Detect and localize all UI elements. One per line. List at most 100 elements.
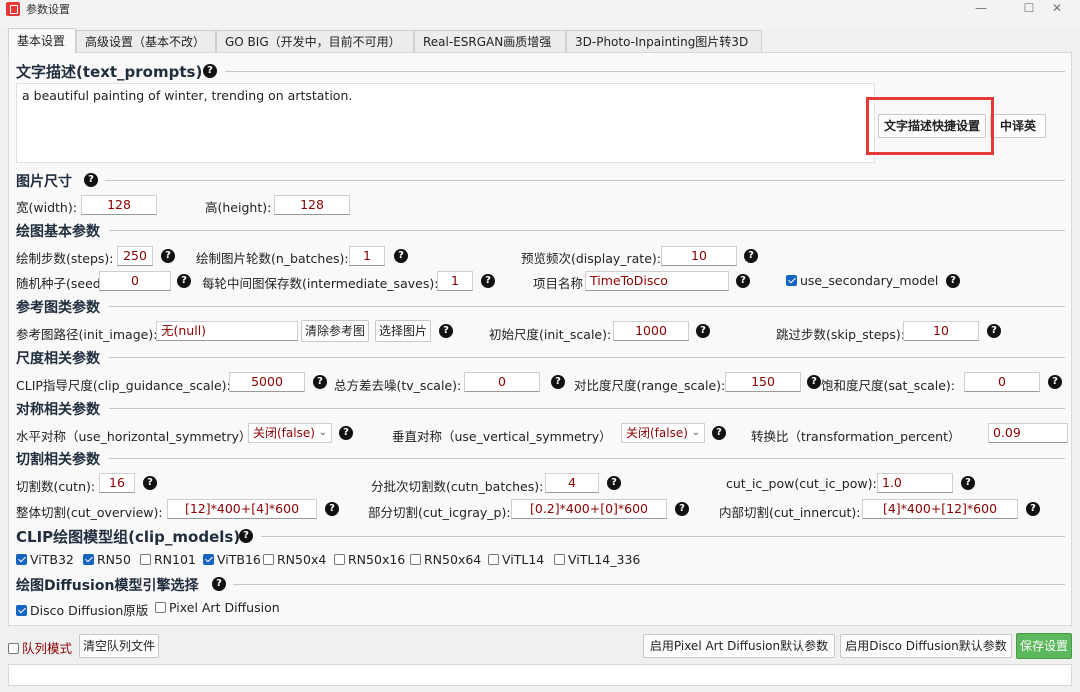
cut-overview-input[interactable]: [12]*400+[4]*600: [167, 499, 317, 519]
help-icon[interactable]: ?: [481, 274, 495, 288]
clip-model-label: ViTB16: [217, 552, 261, 567]
cutn-batches-input[interactable]: 4: [545, 473, 599, 493]
use-secondary-model-checkbox[interactable]: use_secondary_model: [786, 273, 938, 288]
checkbox-icon: [554, 554, 565, 565]
init-image-input[interactable]: 无(null): [156, 321, 298, 341]
checkbox-icon: [488, 554, 499, 565]
tv-scale-input[interactable]: 0: [464, 372, 540, 392]
choose-image-button[interactable]: 选择图片: [375, 320, 431, 342]
cut-icgray-label: 部分切割(cut_icgray_p):: [368, 505, 511, 520]
help-icon[interactable]: ?: [394, 249, 408, 263]
help-icon[interactable]: ?: [84, 173, 98, 187]
help-icon[interactable]: ?: [1026, 502, 1040, 516]
sat-scale-input[interactable]: 0: [964, 372, 1040, 392]
init-scale-input[interactable]: 1000: [613, 321, 689, 341]
help-icon[interactable]: ?: [696, 324, 710, 338]
app-icon: [6, 2, 20, 16]
clip-model-rn101-checkbox[interactable]: RN101: [140, 552, 196, 567]
pixel-art-diffusion-checkbox[interactable]: Pixel Art Diffusion: [155, 600, 280, 615]
chevron-down-icon: ⌄: [691, 427, 700, 438]
checkbox-icon: [140, 554, 151, 565]
checkbox-icon: [334, 554, 345, 565]
help-icon[interactable]: ?: [177, 274, 191, 288]
help-icon[interactable]: ?: [744, 249, 758, 263]
help-icon[interactable]: ?: [946, 274, 960, 288]
cut-icgray-input[interactable]: [0.2]*400+[0]*600: [511, 499, 667, 519]
cutn-label: 切割数(cutn):: [16, 479, 96, 494]
clip-model-vitl14-336-checkbox[interactable]: ViTL14_336: [554, 552, 640, 567]
help-icon[interactable]: ?: [439, 324, 453, 338]
help-icon[interactable]: ?: [239, 529, 253, 543]
vertical-symmetry-select[interactable]: 关闭(false) ⌄: [621, 423, 705, 443]
clip-guidance-input[interactable]: 5000: [229, 372, 305, 392]
pixel-art-defaults-button[interactable]: 启用Pixel Art Diffusion默认参数: [643, 634, 835, 658]
tab-3d-photo[interactable]: 3D-Photo-Inpainting图片转3D: [566, 30, 762, 52]
divider: [109, 458, 1065, 459]
steps-input[interactable]: 250: [117, 246, 153, 266]
window-titlebar: 参数设置 — ☐ ✕: [0, 0, 1080, 28]
disco-defaults-button[interactable]: 启用Disco Diffusion默认参数: [840, 634, 1012, 658]
clip-model-rn50x64-checkbox[interactable]: RN50x64: [410, 552, 481, 567]
help-icon[interactable]: ?: [712, 426, 726, 440]
project-name-input[interactable]: TimeToDisco: [585, 271, 729, 291]
seed-input[interactable]: 0: [99, 271, 171, 291]
skip-steps-input[interactable]: 10: [903, 321, 979, 341]
clear-reference-button[interactable]: 清除参考图: [301, 320, 369, 342]
help-icon[interactable]: ?: [212, 577, 226, 591]
help-icon[interactable]: ?: [736, 274, 750, 288]
help-icon[interactable]: ?: [987, 324, 1001, 338]
save-settings-button[interactable]: 保存设置: [1016, 633, 1072, 659]
tab-basic-settings[interactable]: 基本设置: [8, 28, 76, 53]
text-prompts-input[interactable]: a beautiful painting of winter, trending…: [16, 83, 875, 163]
height-input[interactable]: 128: [274, 195, 350, 215]
help-icon[interactable]: ?: [203, 64, 217, 78]
intermediate-saves-input[interactable]: 1: [437, 271, 473, 291]
help-icon[interactable]: ?: [551, 375, 565, 389]
width-input[interactable]: 128: [81, 195, 157, 215]
help-icon[interactable]: ?: [607, 476, 621, 490]
help-icon[interactable]: ?: [161, 249, 175, 263]
help-icon[interactable]: ?: [339, 426, 353, 440]
cut-ic-pow-input[interactable]: 1.0: [877, 473, 953, 493]
transformation-percent-label: 转换比（transformation_percent）: [751, 429, 961, 444]
transformation-percent-input[interactable]: 0.09: [988, 423, 1068, 443]
clip-model-label: RN101: [154, 552, 196, 567]
horizontal-symmetry-select[interactable]: 关闭(false) ⌄: [248, 423, 332, 443]
clip-guidance-label: CLIP指导尺度(clip_guidance_scale):: [16, 378, 231, 393]
translate-button[interactable]: 中译英: [990, 114, 1046, 138]
clip-model-label: RN50x4: [277, 552, 327, 567]
help-icon[interactable]: ?: [961, 476, 975, 490]
diffusion-models-title: 绘图Diffusion模型引擎选择: [16, 578, 199, 594]
display-rate-input[interactable]: 10: [661, 246, 737, 266]
minimize-button[interactable]: —: [958, 0, 1004, 18]
help-icon[interactable]: ?: [325, 502, 339, 516]
divider: [233, 584, 1065, 585]
tab-go-big[interactable]: GO BIG（开发中，目前不可用）: [216, 30, 414, 52]
help-icon[interactable]: ?: [675, 502, 689, 516]
clip-model-rn50x16-checkbox[interactable]: RN50x16: [334, 552, 405, 567]
close-button[interactable]: ✕: [1034, 0, 1080, 18]
range-scale-input[interactable]: 150: [725, 372, 801, 392]
clip-model-vitb32-checkbox[interactable]: ViTB32: [16, 552, 74, 567]
clip-model-vitb16-checkbox[interactable]: ViTB16: [203, 552, 261, 567]
divider: [225, 71, 1065, 72]
clip-model-label: ViTL14: [502, 552, 545, 567]
cut-innercut-input[interactable]: [4]*400+[12]*600: [862, 499, 1018, 519]
clear-queue-button[interactable]: 清空队列文件: [79, 634, 159, 658]
help-icon[interactable]: ?: [143, 476, 157, 490]
diffusion-model-label: Pixel Art Diffusion: [169, 600, 280, 615]
status-bar: [8, 664, 1072, 686]
cutn-input[interactable]: 16: [99, 473, 135, 493]
window-title: 参数设置: [26, 3, 70, 16]
help-icon[interactable]: ?: [1048, 375, 1062, 389]
help-icon[interactable]: ?: [313, 375, 327, 389]
help-icon[interactable]: ?: [807, 375, 821, 389]
n-batches-input[interactable]: 1: [349, 246, 385, 266]
disco-diffusion-checkbox[interactable]: Disco Diffusion原版: [16, 600, 148, 619]
tab-real-esrgan[interactable]: Real-ESRGAN画质增强: [414, 30, 566, 52]
clip-model-rn50-checkbox[interactable]: RN50: [83, 552, 131, 567]
clip-model-rn50x4-checkbox[interactable]: RN50x4: [263, 552, 326, 567]
clip-model-vitl14-checkbox[interactable]: ViTL14: [488, 552, 544, 567]
tab-advanced-settings[interactable]: 高级设置（基本不改）: [76, 30, 216, 52]
queue-mode-checkbox[interactable]: 队列模式: [8, 638, 72, 657]
